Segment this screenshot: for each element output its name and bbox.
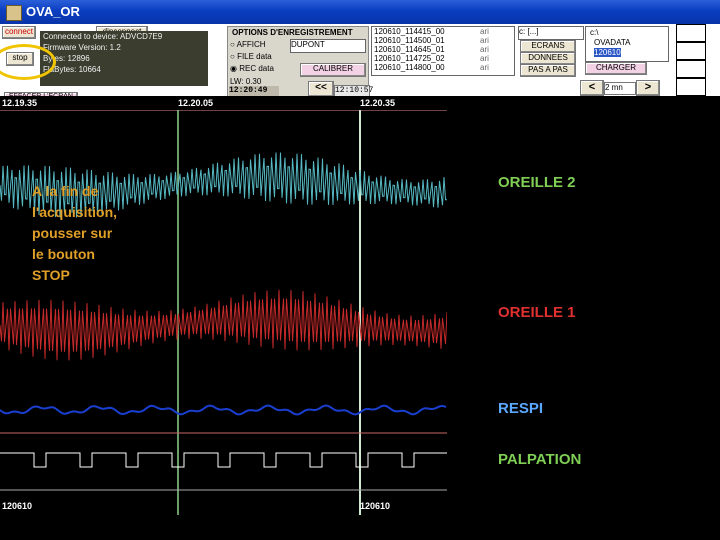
window-title: OVA_OR (26, 4, 80, 19)
duration-field[interactable]: 2 mn (604, 82, 636, 95)
annotation-line: le bouton (32, 246, 95, 262)
window-button[interactable] (676, 78, 706, 96)
connect-button[interactable]: connect (2, 26, 36, 39)
lw-readout: LW: 0.30 (230, 77, 262, 86)
time-label: 12.20.05 (178, 98, 214, 108)
annotation-line: pousser sur (32, 225, 113, 241)
file-list[interactable]: 120610_114415_00 120610_114500_01 120610… (371, 26, 515, 76)
palpation-trace (0, 452, 447, 468)
file-list-item[interactable]: 120610_114725_02 (374, 54, 445, 63)
step-button[interactable]: PAS A PAS (520, 64, 576, 77)
instruction-annotation: A la fin de l'acquisition, pousser sur l… (32, 181, 162, 286)
clock-readout: 12:20:49 (229, 86, 279, 96)
drive-select[interactable]: c: [...] (518, 26, 584, 40)
app-icon (6, 5, 22, 21)
tree-item[interactable]: c:\ (590, 28, 598, 37)
prev-button[interactable]: < (580, 80, 604, 96)
file-list-item[interactable]: 120610_114800_00 (374, 63, 445, 72)
patient-name-field[interactable]: DUPONT (290, 39, 366, 53)
device-info-line: Firmware Version: 1.2 (43, 43, 121, 52)
channel-label-ear1: OREILLE 1 (498, 304, 576, 321)
tree-item[interactable]: OVADATA (594, 38, 630, 47)
file-list-item[interactable]: 120610_114500_01 (374, 36, 445, 45)
title-bar: OVA_OR (0, 0, 720, 24)
scroll-back-button[interactable]: << (308, 81, 334, 97)
channel-label-ear2: OREILLE 2 (498, 174, 576, 191)
folder-tree[interactable]: c:\ OVADATA 120610 (585, 26, 669, 62)
device-info-line: Bytes: 12896 (43, 54, 90, 63)
window-button[interactable] (676, 60, 706, 78)
channel-label-respi: RESPI (498, 400, 544, 417)
tree-item-selected[interactable]: 120610 (594, 48, 621, 57)
file-list-item[interactable]: 120610_114645_01 (374, 45, 445, 54)
calibrate-button[interactable]: CALIBRER (300, 63, 366, 77)
radio-file-data[interactable]: ○ FILE data (230, 52, 272, 61)
annotation-line: STOP (32, 267, 70, 283)
file-ext: ari (480, 27, 489, 36)
radio-rec-data[interactable]: ◉ REC data (230, 64, 274, 73)
time-label: 12.19.35 (2, 98, 38, 108)
annotation-line: l'acquisition, (32, 204, 118, 220)
respi-trace (0, 404, 447, 416)
file-ext: ari (480, 45, 489, 54)
bottom-date-label: 120610 (2, 501, 33, 511)
bottom-date-label: 120610 (360, 501, 391, 511)
annotation-line: A la fin de (32, 183, 99, 199)
file-ext: ari (480, 63, 489, 72)
file-ext: ari (480, 36, 489, 45)
channel-label-palpation: PALPATION (498, 451, 582, 468)
time-label: 12.20.35 (360, 98, 396, 108)
file-ext: ari (480, 54, 489, 63)
radio-affich[interactable]: ○ AFFICH (230, 40, 266, 49)
device-info-panel: Connected to device: ADVCD7E9 Firmware V… (40, 31, 208, 86)
recording-options-title: OPTIONS D'ENREGISTREMENT (232, 28, 353, 37)
device-info-line: Connected to device: ADVCD7E9 (43, 32, 163, 41)
signal-plot (0, 110, 447, 515)
timeline: 12.19.35 12.20.05 12.20.35 (0, 96, 720, 110)
next-button[interactable]: > (636, 80, 660, 96)
ear1-trace (0, 289, 447, 361)
window-button[interactable] (676, 42, 706, 60)
device-info-line: FlaBytes: 10664 (43, 65, 101, 74)
file-list-item[interactable]: 120610_114415_00 (374, 27, 445, 36)
window-button[interactable] (676, 24, 706, 42)
load-button[interactable]: CHARGER (585, 62, 647, 75)
